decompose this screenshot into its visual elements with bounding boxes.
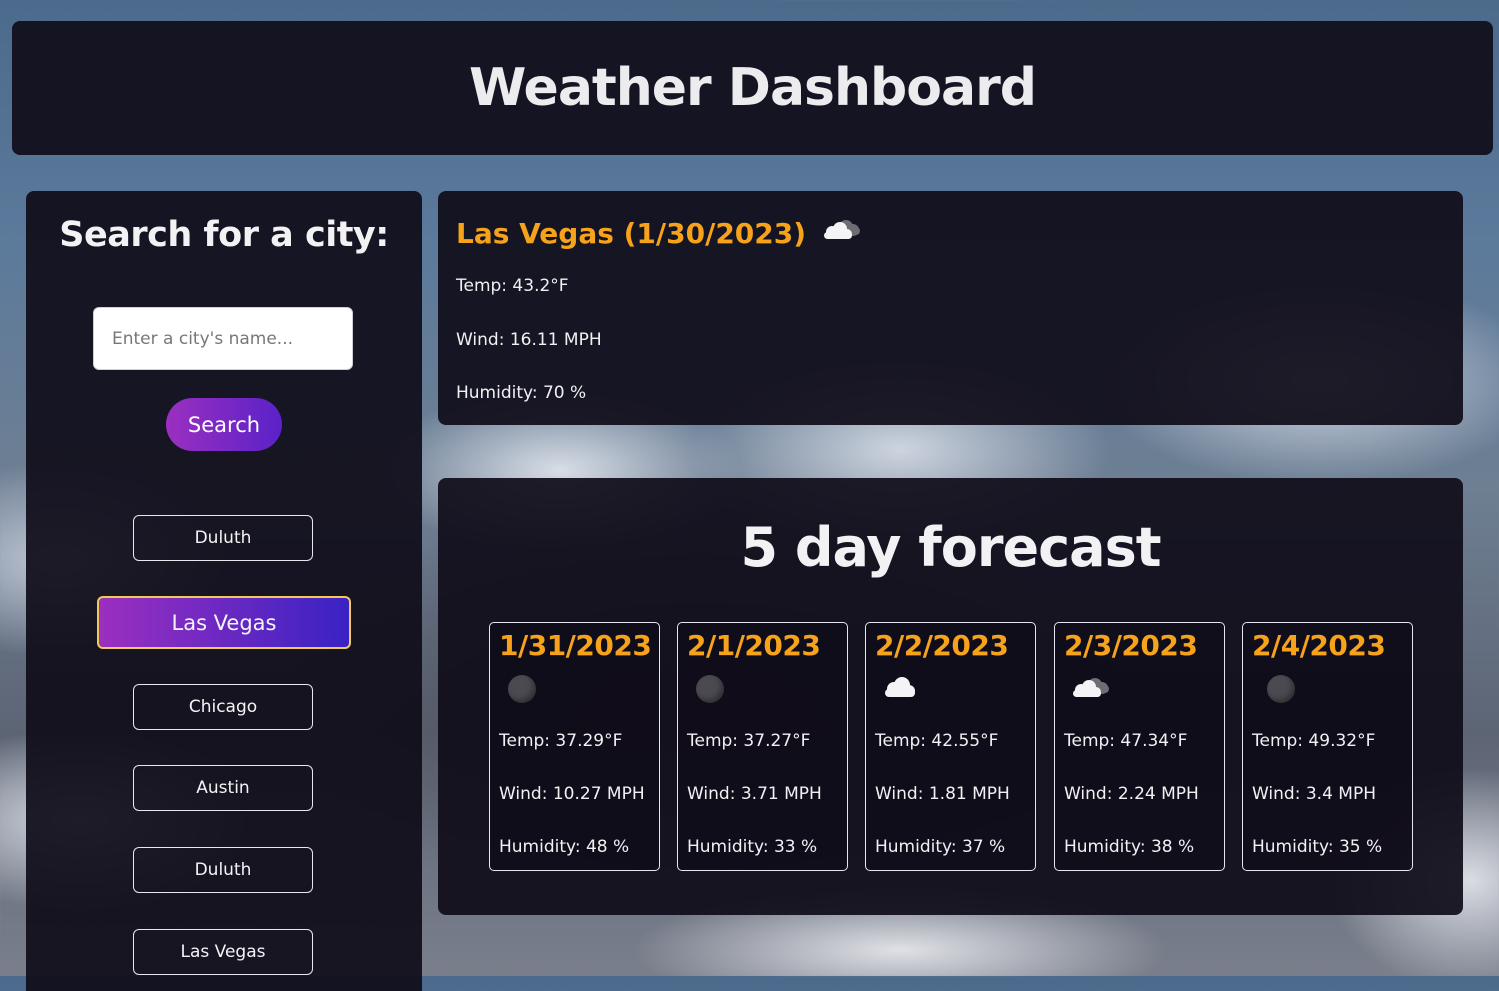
current-temp: Temp: 43.2°F bbox=[456, 276, 569, 296]
current-city-date: Las Vegas (1/30/2023) bbox=[456, 217, 807, 250]
forecast-wind: Wind: 2.24 MPH bbox=[1064, 784, 1199, 804]
forecast-panel: 5 day forecast 1/31/2023 Temp: 37.29°F W… bbox=[438, 478, 1463, 915]
forecast-wind: Wind: 3.71 MPH bbox=[687, 784, 822, 804]
forecast-card: 2/3/2023 Temp: 47.34°F Wind: 2.24 MPH Hu… bbox=[1054, 622, 1225, 871]
forecast-wind: Wind: 10.27 MPH bbox=[499, 784, 645, 804]
forecast-humidity: Humidity: 35 % bbox=[1252, 837, 1383, 857]
forecast-title: 5 day forecast bbox=[740, 516, 1161, 579]
forecast-date: 2/3/2023 bbox=[1064, 629, 1198, 662]
forecast-temp: Temp: 42.55°F bbox=[875, 731, 999, 751]
forecast-date: 2/1/2023 bbox=[687, 629, 821, 662]
header-banner: Weather Dashboard bbox=[12, 21, 1493, 155]
cloud-icon bbox=[880, 673, 920, 707]
history-button-duluth[interactable]: Duluth bbox=[133, 847, 313, 893]
forecast-humidity: Humidity: 37 % bbox=[875, 837, 1006, 857]
clear-night-icon bbox=[696, 675, 724, 703]
history-button-austin[interactable]: Austin bbox=[133, 765, 313, 811]
search-title: Search for a city: bbox=[59, 215, 389, 255]
current-humidity: Humidity: 70 % bbox=[456, 383, 587, 403]
current-wind: Wind: 16.11 MPH bbox=[456, 330, 602, 350]
history-button-las-vegas[interactable]: Las Vegas bbox=[97, 596, 351, 649]
clear-night-icon bbox=[508, 675, 536, 703]
current-weather-heading: Las Vegas (1/30/2023) bbox=[456, 215, 862, 252]
forecast-temp: Temp: 37.29°F bbox=[499, 731, 623, 751]
forecast-card: 2/2/2023 Temp: 42.55°F Wind: 1.81 MPH Hu… bbox=[865, 622, 1036, 871]
current-weather-panel: Las Vegas (1/30/2023) Temp: 43.2°F Wind:… bbox=[438, 191, 1463, 425]
forecast-temp: Temp: 37.27°F bbox=[687, 731, 811, 751]
broken-clouds-icon bbox=[820, 215, 862, 252]
forecast-wind: Wind: 1.81 MPH bbox=[875, 784, 1010, 804]
history-button-las-vegas[interactable]: Las Vegas bbox=[133, 929, 313, 975]
forecast-card: 2/4/2023 Temp: 49.32°F Wind: 3.4 MPH Hum… bbox=[1242, 622, 1413, 871]
search-button[interactable]: Search bbox=[166, 398, 282, 451]
forecast-wind: Wind: 3.4 MPH bbox=[1252, 784, 1376, 804]
forecast-card: 1/31/2023 Temp: 37.29°F Wind: 10.27 MPH … bbox=[489, 622, 660, 871]
forecast-date: 2/2/2023 bbox=[875, 629, 1009, 662]
clear-night-icon bbox=[1267, 675, 1295, 703]
search-sidebar: Search for a city: Search Duluth Las Veg… bbox=[26, 191, 422, 991]
forecast-humidity: Humidity: 33 % bbox=[687, 837, 818, 857]
forecast-humidity: Humidity: 48 % bbox=[499, 837, 630, 857]
history-button-chicago[interactable]: Chicago bbox=[133, 684, 313, 730]
forecast-card: 2/1/2023 Temp: 37.27°F Wind: 3.71 MPH Hu… bbox=[677, 622, 848, 871]
forecast-date: 1/31/2023 bbox=[499, 629, 652, 662]
page-title: Weather Dashboard bbox=[469, 58, 1037, 118]
history-button-duluth[interactable]: Duluth bbox=[133, 515, 313, 561]
forecast-date: 2/4/2023 bbox=[1252, 629, 1386, 662]
forecast-temp: Temp: 49.32°F bbox=[1252, 731, 1376, 751]
broken-clouds-icon bbox=[1069, 673, 1111, 707]
forecast-humidity: Humidity: 38 % bbox=[1064, 837, 1195, 857]
forecast-temp: Temp: 47.34°F bbox=[1064, 731, 1188, 751]
city-search-input[interactable] bbox=[93, 307, 353, 370]
